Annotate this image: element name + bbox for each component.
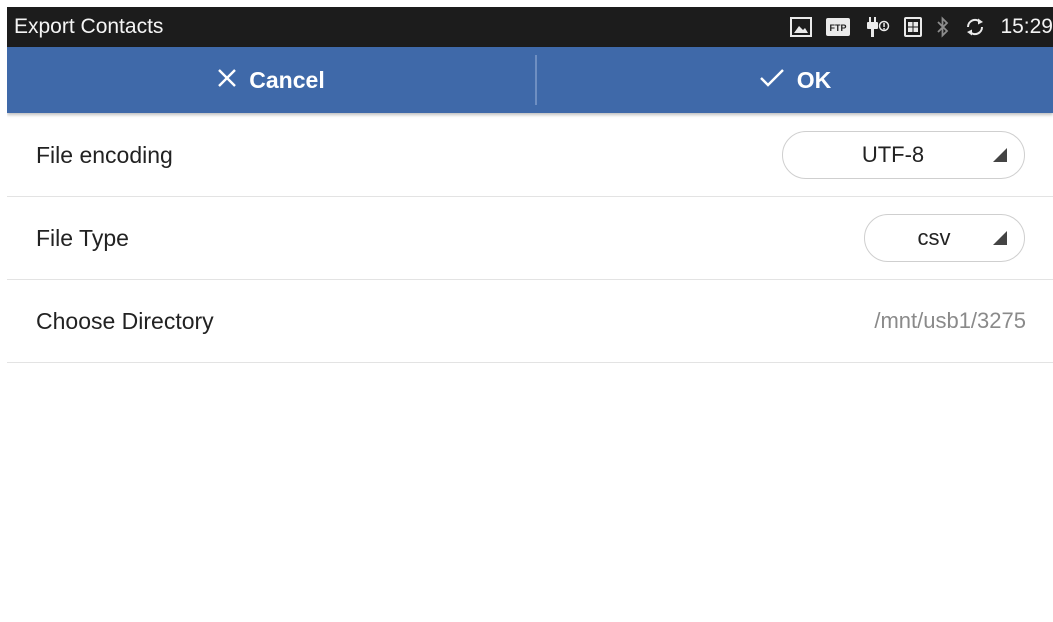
close-icon	[217, 67, 237, 94]
file-encoding-label: File encoding	[36, 142, 173, 168]
file-encoding-dropdown[interactable]: UTF-8	[782, 131, 1025, 179]
usb-icon	[864, 16, 890, 38]
status-icons: FTP 15:29	[790, 7, 1053, 47]
image-icon	[790, 17, 813, 37]
file-encoding-row: File encoding UTF-8	[7, 114, 1053, 197]
ok-label: OK	[796, 66, 832, 93]
check-icon	[759, 67, 785, 94]
ftp-icon: FTP	[826, 18, 851, 36]
choose-directory-label: Choose Directory	[36, 308, 214, 334]
dropdown-arrow-icon	[993, 148, 1007, 162]
clock: 15:29	[1000, 15, 1053, 38]
cancel-button[interactable]: Cancel	[7, 47, 535, 113]
status-bar: Export Contacts FTP 15:29	[7, 7, 1053, 47]
file-type-value: csv	[917, 225, 951, 250]
cancel-label: Cancel	[249, 66, 325, 93]
choose-directory-row[interactable]: Choose Directory /mnt/usb1/3275	[7, 280, 1053, 363]
file-encoding-value: UTF-8	[861, 142, 925, 167]
sim-card-icon	[904, 17, 923, 37]
window-title: Export Contacts	[14, 15, 164, 38]
file-type-label: File Type	[36, 225, 129, 251]
file-type-dropdown[interactable]: csv	[864, 214, 1025, 262]
directory-path[interactable]: /mnt/usb1/3275	[874, 280, 1026, 362]
file-type-row: File Type csv	[7, 197, 1053, 280]
bluetooth-icon	[936, 16, 950, 38]
dropdown-arrow-icon	[993, 231, 1007, 245]
ftp-icon-label: FTP	[830, 23, 847, 33]
ok-button[interactable]: OK	[537, 47, 1053, 113]
sync-icon	[964, 16, 986, 38]
action-bar: Cancel OK	[7, 47, 1053, 113]
export-contacts-screen: Export Contacts FTP 15:29 Cancel OK File…	[7, 7, 1053, 622]
